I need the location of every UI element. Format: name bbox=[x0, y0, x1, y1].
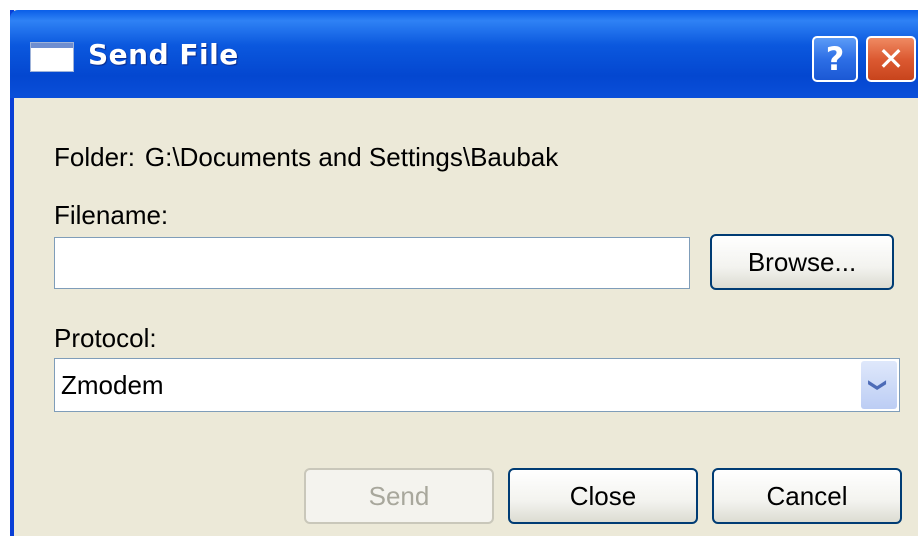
close-button[interactable]: Close bbox=[508, 468, 698, 524]
help-button[interactable]: ? bbox=[812, 36, 858, 82]
protocol-label: Protocol: bbox=[54, 323, 157, 353]
browse-button[interactable]: Browse... bbox=[710, 234, 894, 290]
folder-row: Folder: G:\Documents and Settings\Baubak bbox=[54, 142, 558, 173]
folder-label: Folder: bbox=[54, 142, 135, 172]
filename-label: Filename: bbox=[54, 200, 169, 230]
window-title: Send File bbox=[88, 38, 239, 71]
protocol-selected-value: Zmodem bbox=[61, 370, 164, 400]
close-window-button[interactable]: ✕ bbox=[866, 36, 916, 82]
title-bar[interactable]: Send File ? ✕ bbox=[10, 10, 918, 98]
folder-path: G:\Documents and Settings\Baubak bbox=[144, 142, 559, 172]
send-file-dialog: Send File ? ✕ Folder: G:\Documents and Se… bbox=[10, 10, 918, 536]
chevron-down-icon[interactable]: ❯ bbox=[861, 361, 897, 409]
send-button[interactable]: Send bbox=[304, 468, 494, 524]
cancel-button[interactable]: Cancel bbox=[712, 468, 902, 524]
filename-input[interactable] bbox=[54, 237, 690, 289]
protocol-select[interactable]: Zmodem ❯ bbox=[54, 358, 900, 412]
window-icon bbox=[30, 42, 74, 72]
